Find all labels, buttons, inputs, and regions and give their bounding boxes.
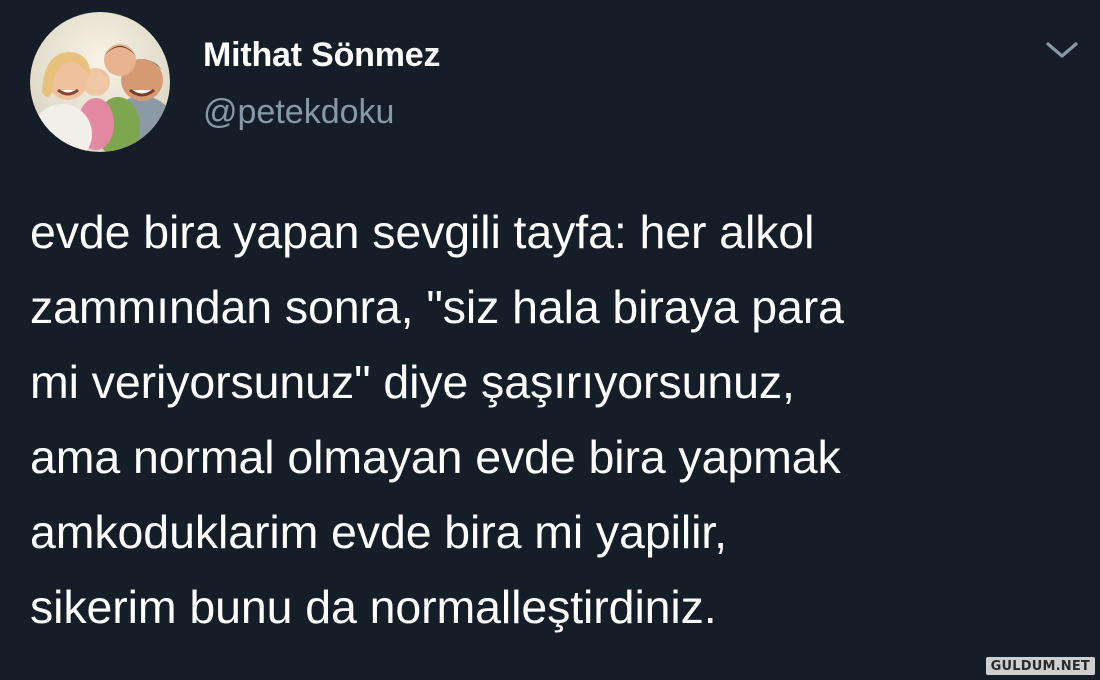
tweet-text: evde bira yapan sevgili tayfa: her alkol… [30, 195, 1080, 645]
tweet-text-line: mi veriyorsunuz" diye şaşırıyorsunuz, [30, 356, 795, 408]
tweet-text-line: ama normal olmayan evde bira yapmak [30, 431, 841, 483]
tweet-text-line: evde bira yapan sevgili tayfa: her alkol [30, 206, 815, 258]
tweet-card: Mithat Sönmez @petekdoku evde bira yapan… [0, 0, 1100, 680]
author-avatar[interactable] [30, 12, 170, 152]
tweet-text-line: zammından sonra, "siz hala biraya para [30, 281, 844, 333]
tweet-text-line: amkoduklarim evde bira mi yapilir, [30, 506, 727, 558]
chevron-down-icon[interactable] [1044, 36, 1080, 64]
author-display-name[interactable]: Mithat Sönmez [203, 36, 440, 75]
site-watermark: GULDUM.NET [985, 657, 1095, 675]
family-photo-avatar-icon [30, 12, 170, 152]
tweet-text-line: sikerim bunu da normalleştirdiniz. [30, 581, 717, 633]
author-handle[interactable]: @petekdoku [203, 93, 394, 132]
